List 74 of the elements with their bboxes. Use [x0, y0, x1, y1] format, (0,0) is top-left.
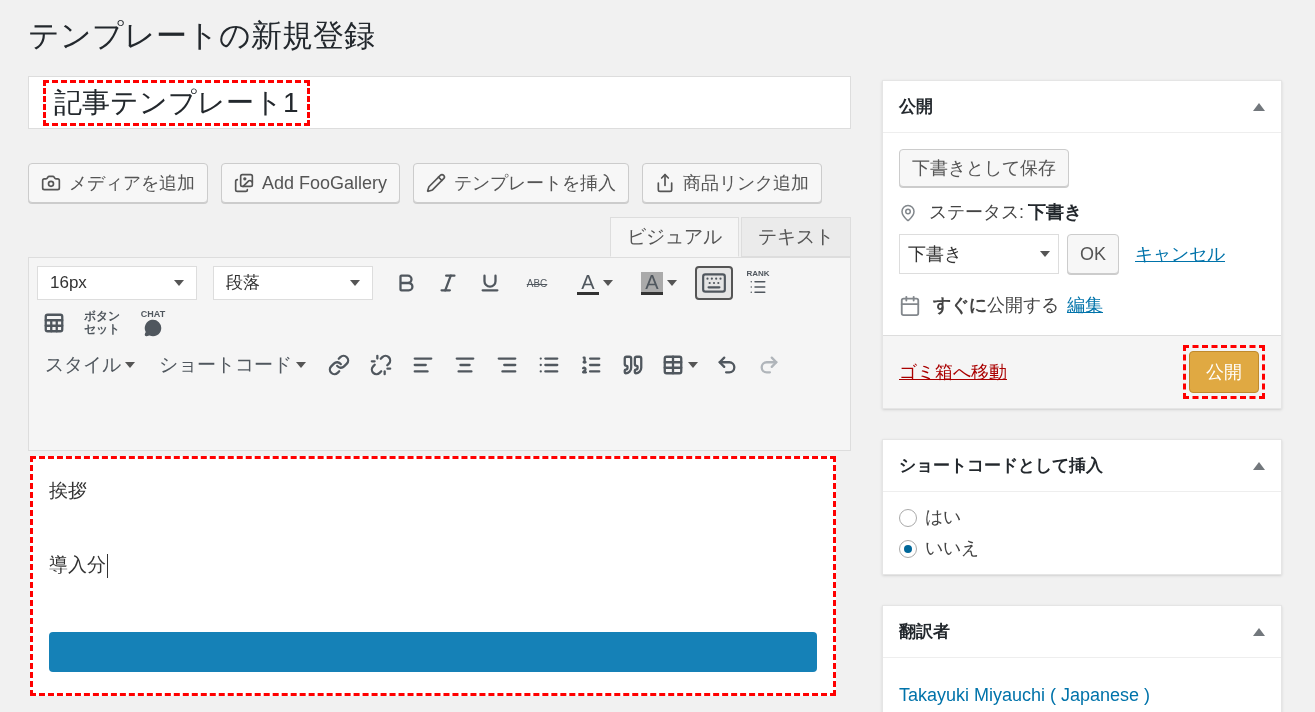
status-label: ステータス:: [929, 201, 1024, 224]
dropdown-caret-icon: [1040, 251, 1050, 257]
share-icon: [655, 173, 676, 193]
dropdown-select[interactable]: 段落: [213, 266, 373, 300]
blockquote-icon: [622, 354, 644, 376]
link-icon: [328, 354, 350, 376]
media-toolbar-button[interactable]: テンプレートを挿入: [413, 163, 630, 203]
ranking-button[interactable]: RANK: [741, 266, 775, 300]
align-right-icon: [496, 354, 518, 376]
radio-option[interactable]: はい: [899, 504, 1265, 531]
panel-title: 翻訳者: [899, 620, 950, 643]
unlink-icon: [370, 354, 392, 376]
button-set-button[interactable]: ボタン セット: [79, 306, 125, 340]
editor-tab[interactable]: テキスト: [741, 217, 851, 257]
title-input[interactable]: 記事テンプレート1: [28, 76, 851, 129]
editor-tab[interactable]: ビジュアル: [610, 217, 739, 257]
page-title: テンプレートの新規登録: [28, 17, 376, 55]
radio-button[interactable]: [899, 508, 917, 527]
content-paragraph: 導入分: [49, 553, 108, 578]
media-toolbar-button[interactable]: メディアを追加: [28, 163, 208, 203]
format-menu-button[interactable]: ショートコード: [151, 348, 314, 382]
table-icon: [662, 354, 684, 376]
editor-content[interactable]: 挨拶 導入分: [30, 456, 836, 696]
trash-link[interactable]: ゴミ箱へ移動: [899, 358, 1007, 386]
ok-button[interactable]: OK: [1067, 234, 1119, 274]
dropdown-caret-icon: [666, 280, 677, 286]
content-paragraph: 挨拶: [49, 479, 87, 503]
dropdown-caret-icon: [350, 280, 360, 286]
status-select[interactable]: 下書き: [899, 234, 1059, 274]
radio-button[interactable]: [899, 539, 917, 558]
panel-title: ショートコードとして挿入: [899, 454, 1103, 477]
edit-link[interactable]: 編集: [1067, 292, 1103, 319]
text-color-button[interactable]: A: [567, 266, 623, 300]
chat-button[interactable]: CHAT: [133, 306, 173, 340]
radio-option[interactable]: いいえ: [899, 535, 1265, 562]
schedule-text: すぐに公開する: [933, 294, 1059, 317]
align-left-icon: [412, 354, 434, 376]
toolbar-toggle-button[interactable]: [695, 266, 733, 300]
dropdown-caret-icon: [602, 280, 613, 286]
calendar-icon: [899, 294, 921, 317]
status-value: 下書き: [1028, 201, 1082, 224]
keyboard-icon: [701, 270, 727, 296]
redo-icon: [758, 354, 780, 376]
title-text: 記事テンプレート1: [43, 79, 310, 126]
dropdown-caret-icon: [174, 280, 184, 286]
cancel-link[interactable]: キャンセル: [1135, 240, 1225, 268]
collapse-arrow-icon[interactable]: [1253, 461, 1265, 470]
align-center-icon: [454, 354, 476, 376]
pencil-icon: [426, 173, 447, 193]
text-cursor: [107, 554, 108, 578]
list-icon: [749, 278, 767, 296]
collapse-arrow-icon[interactable]: [1253, 102, 1265, 111]
speech-bubble-icon: [144, 318, 162, 337]
save-draft-button[interactable]: 下書きとして保存: [899, 149, 1069, 187]
dropdown-caret-icon: [296, 362, 306, 368]
panel-title: 公開: [899, 95, 933, 118]
format-menu-button[interactable]: スタイル: [37, 348, 143, 382]
translator-link[interactable]: Takayuki Miyauchi ( Japanese ): [899, 685, 1151, 705]
gallery-icon: [234, 173, 254, 193]
table-list-icon: [43, 312, 65, 334]
media-toolbar-button[interactable]: Add FooGallery: [221, 163, 401, 203]
media-toolbar-button[interactable]: 商品リンク追加: [642, 163, 823, 203]
bullet-list-icon: [538, 354, 560, 376]
pin-icon: [899, 203, 917, 222]
dropdown-caret-icon: [688, 362, 698, 368]
dropdown-select[interactable]: 16px: [37, 266, 197, 300]
undo-icon: [716, 354, 738, 376]
media-icon: [41, 173, 61, 193]
strikethrough-button[interactable]: ABC: [515, 266, 559, 300]
numbered-list-icon: [580, 354, 602, 376]
dropdown-caret-icon: [125, 362, 135, 368]
italic-icon: [437, 272, 459, 294]
underline-icon: [479, 272, 501, 294]
collapse-arrow-icon[interactable]: [1253, 627, 1265, 636]
